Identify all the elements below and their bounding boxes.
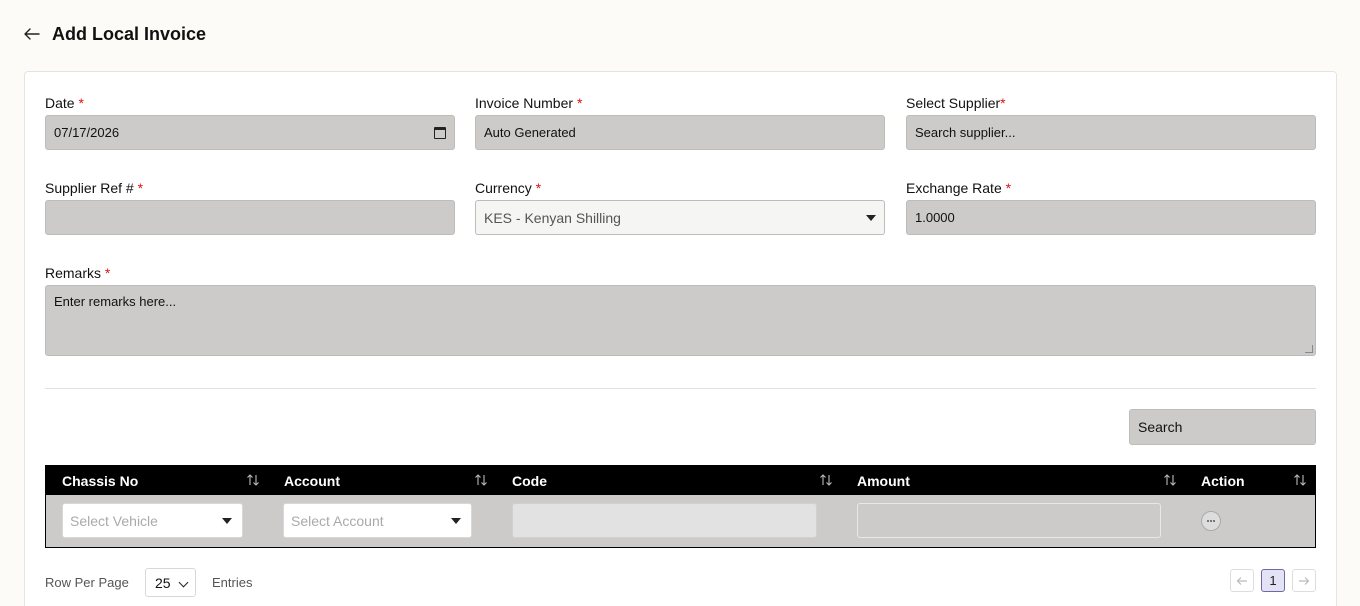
arrow-right-icon [1299, 576, 1310, 585]
remarks-field-group: Remarks * Enter remarks here... [45, 265, 1316, 356]
supplier-search-input[interactable]: Search supplier... [906, 115, 1316, 150]
invoice-number-value: Auto Generated [484, 125, 576, 140]
date-label: Date * [45, 95, 84, 111]
caret-down-icon [222, 517, 232, 524]
caret-down-icon [451, 517, 461, 524]
rows-per-page-value: 25 [155, 574, 171, 591]
page-title: Add Local Invoice [52, 23, 207, 44]
sort-icon[interactable] [1293, 473, 1307, 487]
chevron-down-icon [178, 577, 189, 588]
search-placeholder: Search [1138, 419, 1183, 435]
more-actions-button[interactable] [1201, 511, 1221, 531]
table-search-input[interactable]: Search [1129, 409, 1316, 445]
date-value: 07/17/2026 [54, 125, 120, 140]
resize-handle-icon[interactable] [1305, 345, 1313, 353]
column-header-action[interactable]: Action [1201, 466, 1245, 495]
page-number: 1 [1269, 573, 1277, 588]
arrow-left-icon [1236, 576, 1247, 585]
supplier-field-group: Select Supplier* Search supplier... [906, 95, 1316, 150]
action-cell [1201, 511, 1221, 531]
page-header: Add Local Invoice [24, 22, 206, 46]
ellipsis-icon [1207, 520, 1215, 522]
column-header-account[interactable]: Account [284, 466, 340, 495]
rows-per-page-select[interactable]: 25 [145, 568, 196, 597]
column-header-chassis-no[interactable]: Chassis No [62, 466, 138, 495]
currency-field-group: Currency * KES - Kenyan Shilling [475, 180, 885, 235]
exchange-rate-label: Exchange Rate * [906, 180, 1012, 196]
account-select[interactable]: Select Account [283, 503, 472, 538]
currency-label: Currency * [475, 180, 542, 196]
code-field[interactable] [512, 503, 817, 538]
next-page-button[interactable] [1292, 569, 1316, 592]
exchange-rate-value: 1.0000 [915, 210, 955, 225]
calendar-icon[interactable] [434, 126, 446, 139]
arrow-left-icon [24, 28, 40, 40]
invoice-form-card: Date * 07/17/2026 Invoice Number * Auto … [24, 71, 1337, 606]
currency-select[interactable]: KES - Kenyan Shilling [475, 200, 885, 235]
currency-value: KES - Kenyan Shilling [484, 209, 621, 226]
supplier-label: Select Supplier* [906, 95, 1006, 111]
table-header: Chassis No Account Code Amount Action [46, 466, 1315, 495]
supplier-ref-input[interactable] [45, 200, 455, 235]
amount-input[interactable] [857, 503, 1161, 538]
remarks-label: Remarks * [45, 265, 111, 281]
vehicle-select[interactable]: Select Vehicle [62, 503, 243, 538]
line-items-table: Chassis No Account Code Amount Action Se… [45, 465, 1316, 548]
remarks-placeholder: Enter remarks here... [54, 294, 177, 309]
exchange-rate-input[interactable]: 1.0000 [906, 200, 1316, 235]
vehicle-placeholder: Select Vehicle [70, 512, 158, 529]
supplier-ref-label: Supplier Ref # * [45, 180, 144, 196]
invoice-number-field-group: Invoice Number * Auto Generated [475, 95, 885, 150]
back-button[interactable] [24, 22, 44, 46]
remarks-textarea[interactable]: Enter remarks here... [45, 285, 1316, 356]
supplier-ref-field-group: Supplier Ref # * [45, 180, 455, 235]
rows-per-page-label: Row Per Page [45, 575, 129, 590]
caret-down-icon [866, 214, 876, 221]
invoice-number-label: Invoice Number * [475, 95, 583, 111]
prev-page-button[interactable] [1230, 569, 1254, 592]
date-field-group: Date * 07/17/2026 [45, 95, 455, 150]
account-placeholder: Select Account [291, 512, 384, 529]
supplier-placeholder: Search supplier... [915, 125, 1016, 140]
sort-icon[interactable] [1163, 473, 1177, 487]
sort-icon[interactable] [474, 473, 488, 487]
section-divider [45, 388, 1316, 389]
entries-label: Entries [212, 575, 253, 590]
column-header-amount[interactable]: Amount [857, 466, 910, 495]
sort-icon[interactable] [819, 473, 833, 487]
invoice-number-input[interactable]: Auto Generated [475, 115, 885, 150]
sort-icon[interactable] [246, 473, 260, 487]
exchange-rate-field-group: Exchange Rate * 1.0000 [906, 180, 1316, 235]
date-input[interactable]: 07/17/2026 [45, 115, 455, 150]
page-button-1[interactable]: 1 [1261, 569, 1285, 592]
table-footer: Row Per Page 25 Entries 1 [45, 568, 1316, 598]
column-header-code[interactable]: Code [512, 466, 547, 495]
